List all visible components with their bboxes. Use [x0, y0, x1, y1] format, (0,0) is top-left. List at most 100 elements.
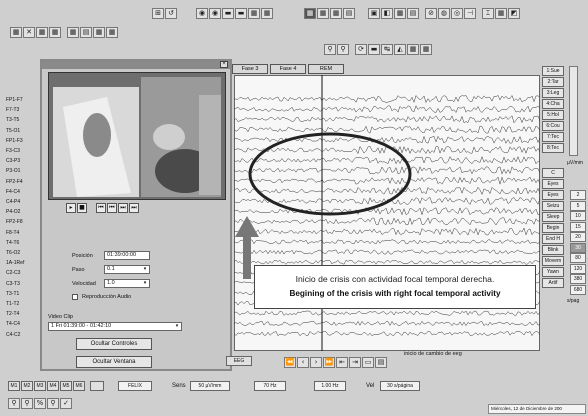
event-marker-button[interactable]: Artif	[542, 278, 564, 288]
patient-name-field[interactable]: FELIX	[118, 381, 152, 391]
toolbar-button[interactable]: ◭	[394, 44, 406, 55]
toolbar-button[interactable]: ✕	[23, 27, 35, 38]
toolbar-button[interactable]: ⚲	[337, 44, 349, 55]
toolbar-button[interactable]: ▦	[248, 8, 260, 19]
toolbar-button[interactable]: ▦	[317, 8, 329, 19]
toolbar-button[interactable]: ▣	[368, 8, 380, 19]
toolbar-button[interactable]: ↺	[165, 8, 177, 19]
toolbar-button[interactable]: ◉	[196, 8, 208, 19]
toolbar-button[interactable]: ▦	[36, 27, 48, 38]
toolbar-button[interactable]: ◉	[209, 8, 221, 19]
scale-option[interactable]: 80	[570, 253, 586, 263]
zoom-icon[interactable]: ⚲	[8, 398, 20, 409]
toolbar-button[interactable]: ◩	[508, 8, 520, 19]
toolbar-button[interactable]: ▤	[80, 27, 92, 38]
event-marker-button[interactable]: 2:Tar	[542, 77, 564, 87]
event-marker-button[interactable]: Blink	[542, 245, 564, 255]
toolbar-button[interactable]: ▦	[420, 44, 432, 55]
speed-select[interactable]: 30 s/página	[380, 381, 420, 391]
toolbar-button[interactable]: ⊞	[152, 8, 164, 19]
percent-icon[interactable]: %	[34, 398, 46, 409]
tab-fase-3[interactable]: Fase 3	[232, 64, 268, 74]
event-marker-button[interactable]: Begin	[542, 223, 564, 233]
toolbar-button[interactable]: ▤	[343, 8, 355, 19]
toolbar-button[interactable]: ▤	[407, 8, 419, 19]
nav-first-icon[interactable]: ⏪	[284, 357, 296, 368]
low-filter-select[interactable]: 1.00 Hz	[314, 381, 346, 391]
event-marker-button[interactable]: 1:Sue	[542, 66, 564, 76]
toolbar-button[interactable]: ⊣	[464, 8, 476, 19]
high-filter-select[interactable]: 70 Hz	[254, 381, 286, 391]
toolbar-button[interactable]: ▦	[67, 27, 79, 38]
nav-page-icon[interactable]: ▭	[362, 357, 374, 368]
nav-end-icon[interactable]: ⇥	[349, 357, 361, 368]
toolbar-button[interactable]: ▦	[495, 8, 507, 19]
posicion-field[interactable]: 01:39:00:00	[104, 251, 150, 260]
montage-extra-button[interactable]	[90, 381, 104, 391]
event-marker-button[interactable]: Yawn	[542, 267, 564, 277]
event-marker-button[interactable]: 7:Tec	[542, 132, 564, 142]
zoom-out-icon[interactable]: ⚲	[21, 398, 33, 409]
scale-option[interactable]: 680	[570, 284, 586, 295]
nav-next-icon[interactable]: ›	[310, 357, 322, 368]
video-clip-select[interactable]: 1 Fri 01:39:00 - 01:42:10 ▾	[48, 322, 182, 331]
search-icon[interactable]: ⚲	[47, 398, 59, 409]
play-button[interactable]: ▸	[66, 203, 76, 213]
audio-checkbox[interactable]	[72, 294, 78, 300]
toolbar-button[interactable]: ▦	[10, 27, 22, 38]
toolbar-button[interactable]: ▦	[261, 8, 273, 19]
tab-rem[interactable]: REM	[308, 64, 344, 74]
velocidad-select[interactable]: 1.0 ▾	[104, 279, 150, 288]
scale-option[interactable]: 30	[570, 242, 586, 253]
event-marker-button[interactable]: End H	[542, 234, 564, 244]
toolbar-button[interactable]: ⊘	[425, 8, 437, 19]
toolbar-button[interactable]: ◧	[381, 8, 393, 19]
tab-fase-4[interactable]: Fase 4	[270, 64, 306, 74]
step-forward-button[interactable]: ⏭	[118, 203, 128, 213]
toolbar-button[interactable]: ⌶	[482, 8, 494, 19]
montage-button-m5[interactable]: M5	[60, 381, 72, 391]
toolbar-button[interactable]: ▦	[394, 8, 406, 19]
fast-forward-button[interactable]: ⏭	[129, 203, 139, 213]
toolbar-button[interactable]: ▦	[407, 44, 419, 55]
paso-select[interactable]: 0.1 ▾	[104, 265, 150, 274]
event-marker-button[interactable]: 3:Leg	[542, 88, 564, 98]
montage-button-m1[interactable]: M1	[8, 381, 20, 391]
toolbar-button[interactable]: ◍	[438, 8, 450, 19]
right-scrollbar[interactable]	[569, 66, 578, 156]
toolbar-button[interactable]: ▬	[235, 8, 247, 19]
event-marker-button[interactable]: C	[542, 168, 564, 178]
event-marker-button[interactable]: Eyes	[542, 179, 564, 189]
nav-start-icon[interactable]: ⇤	[336, 357, 348, 368]
sensitivity-select[interactable]: 50 µV/mm	[190, 381, 230, 391]
toolbar-button[interactable]: ▦	[304, 8, 316, 19]
event-marker-button[interactable]: Eyes	[542, 190, 564, 200]
toolbar-button[interactable]: ◎	[451, 8, 463, 19]
scale-option[interactable]: 20	[570, 232, 586, 242]
stop-button[interactable]: ■	[77, 203, 87, 213]
event-marker-button[interactable]: 4:Cha	[542, 99, 564, 109]
toolbar-button[interactable]: ↹	[381, 44, 393, 55]
nav-list-icon[interactable]: ▤	[375, 357, 387, 368]
montage-button-m4[interactable]: M4	[47, 381, 59, 391]
montage-button-m3[interactable]: M3	[34, 381, 46, 391]
toolbar-button[interactable]: ▬	[368, 44, 380, 55]
check-icon[interactable]: ✓	[60, 398, 72, 409]
hide-window-button[interactable]: Ocultar Ventana	[76, 356, 152, 368]
event-marker-button[interactable]: Seizu	[542, 201, 564, 211]
scale-option[interactable]: 120	[570, 263, 586, 274]
event-marker-button[interactable]: Sleep	[542, 212, 564, 222]
montage-button-m2[interactable]: M2	[21, 381, 33, 391]
event-marker-button[interactable]: 5:Hol	[542, 110, 564, 120]
scale-option[interactable]: 5	[570, 200, 586, 211]
scale-option[interactable]: 380	[570, 274, 586, 284]
toolbar-button[interactable]: ▦	[330, 8, 342, 19]
event-marker-button[interactable]: Movem	[542, 256, 564, 266]
close-icon[interactable]: ×	[220, 61, 228, 68]
nav-prev-icon[interactable]: ‹	[297, 357, 309, 368]
scale-option[interactable]: 10	[570, 211, 586, 221]
toolbar-button[interactable]: ⚲	[324, 44, 336, 55]
toolbar-button[interactable]: ▦	[106, 27, 118, 38]
nav-last-icon[interactable]: ⏩	[323, 357, 335, 368]
montage-button-m6[interactable]: M6	[73, 381, 85, 391]
